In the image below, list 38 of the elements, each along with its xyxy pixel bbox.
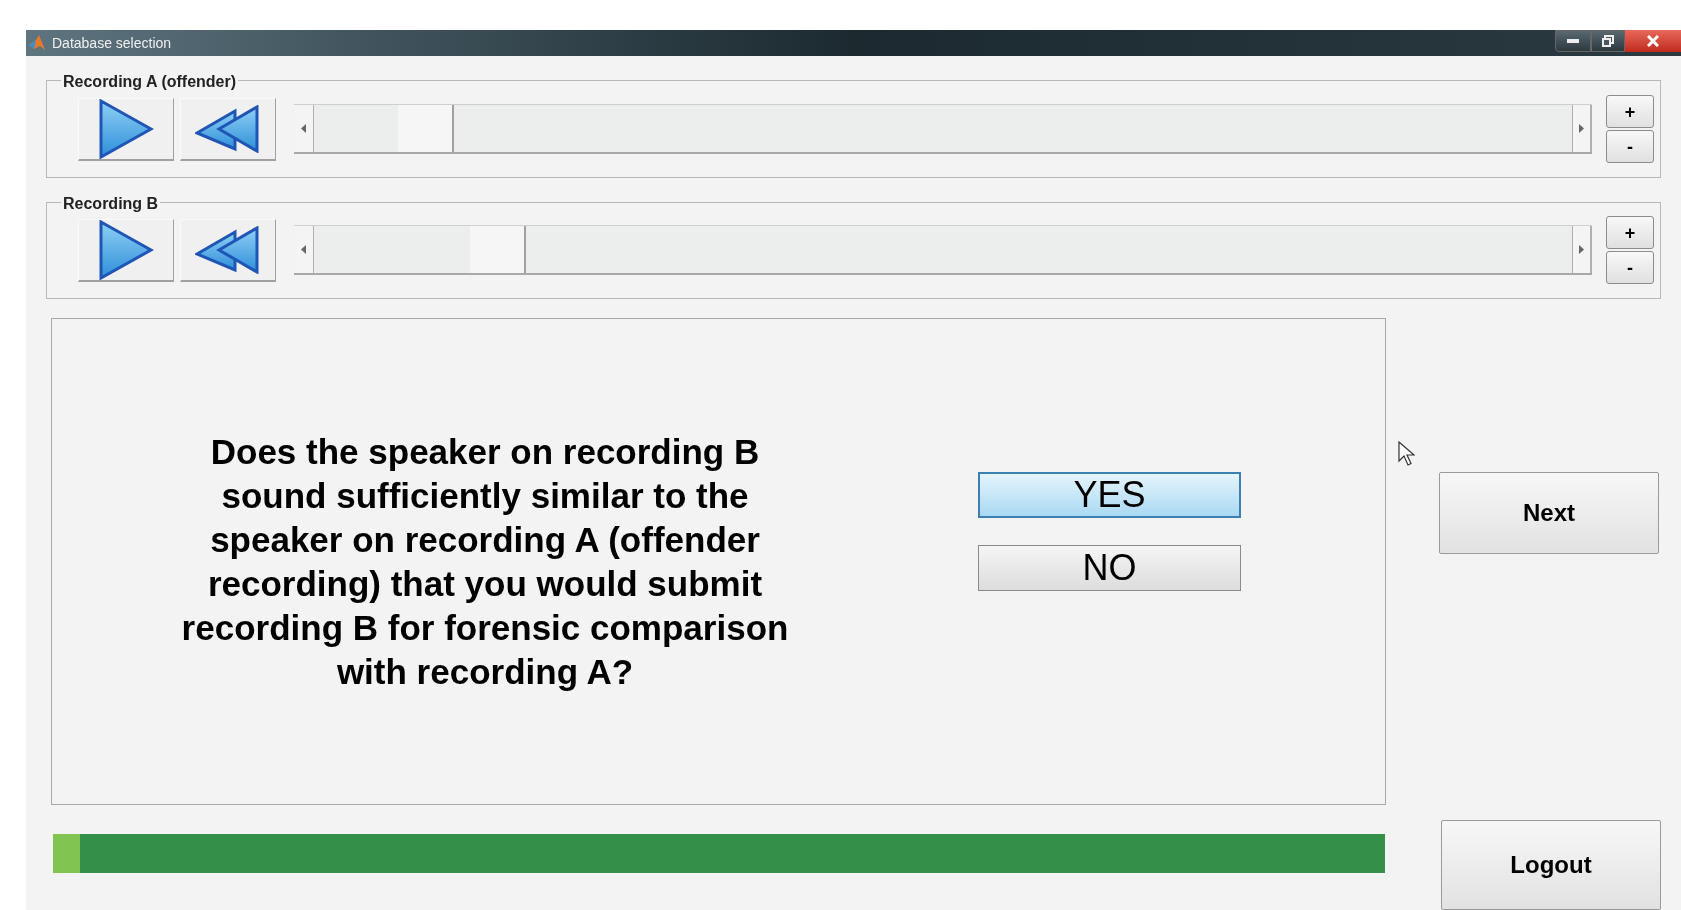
- rewind-button[interactable]: [180, 97, 276, 161]
- scroll-left-button[interactable]: [294, 105, 314, 153]
- zoom-in-button[interactable]: +: [1606, 216, 1654, 250]
- next-button[interactable]: Next: [1439, 472, 1659, 554]
- play-icon: [98, 219, 154, 280]
- position-slider[interactable]: [294, 104, 1592, 155]
- zoom-out-button[interactable]: -: [1606, 251, 1654, 285]
- scroll-left-button[interactable]: [294, 226, 314, 274]
- zoom-in-button[interactable]: +: [1606, 95, 1654, 129]
- position-slider[interactable]: [294, 225, 1592, 276]
- question-text: Does the speaker on recording B sound sufficiently similar to the speaker on recording A (offender recording) that you would submit recording B for forensic comparison with recording A?: [180, 430, 790, 693]
- scroll-right-button[interactable]: [1572, 226, 1592, 274]
- rewind-icon: [195, 225, 261, 274]
- minimize-icon: [1567, 39, 1579, 43]
- play-icon: [98, 98, 154, 159]
- restore-icon: [1602, 35, 1614, 47]
- mouse-pointer-icon: [1398, 441, 1415, 466]
- rewind-icon: [195, 104, 261, 153]
- scroll-right-button[interactable]: [1572, 105, 1592, 153]
- answer-button[interactable]: YES: [978, 472, 1241, 518]
- rewind-button[interactable]: [180, 218, 276, 282]
- left-arrow-icon: [301, 245, 306, 255]
- zoom-out-button[interactable]: -: [1606, 130, 1654, 164]
- play-button[interactable]: [78, 97, 174, 161]
- close-button[interactable]: [1625, 30, 1681, 52]
- slider-thumb[interactable]: [470, 226, 527, 274]
- logout-button[interactable]: Logout: [1441, 820, 1661, 910]
- left-arrow-icon: [301, 124, 306, 134]
- minimize-button[interactable]: [1555, 30, 1591, 52]
- answer-button[interactable]: NO: [978, 545, 1241, 591]
- app-logo-icon: [28, 34, 46, 53]
- right-arrow-icon: [1579, 124, 1584, 134]
- slider-thumb[interactable]: [398, 105, 455, 153]
- right-arrow-icon: [1579, 245, 1584, 255]
- play-button[interactable]: [78, 218, 174, 282]
- close-icon: [1647, 35, 1659, 47]
- restore-button[interactable]: [1591, 30, 1625, 52]
- window-title: Database selection: [52, 33, 172, 53]
